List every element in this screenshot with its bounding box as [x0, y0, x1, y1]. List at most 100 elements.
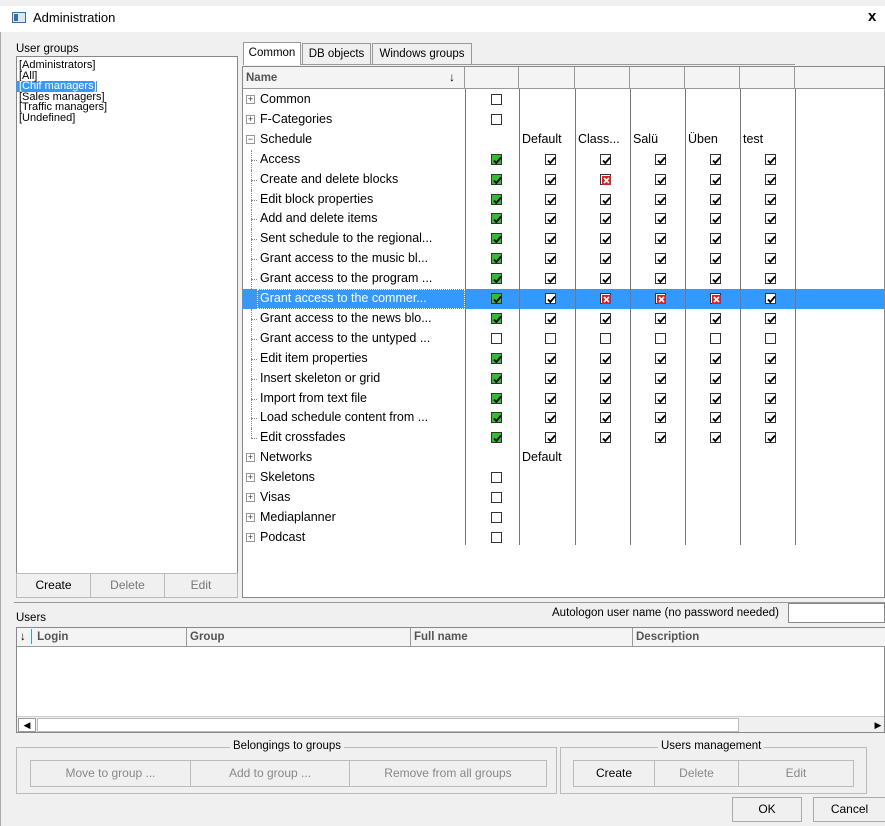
name-column-header[interactable]: Name ↓	[243, 67, 465, 89]
expand-plus-icon[interactable]: +	[246, 114, 255, 124]
checkbox-checked-icon[interactable]	[545, 273, 556, 285]
group-delete-button[interactable]: Delete	[90, 573, 165, 598]
checkbox-checked-icon[interactable]	[600, 412, 611, 424]
checkbox-checked-icon[interactable]	[765, 412, 776, 424]
checkbox-checked-icon[interactable]	[710, 213, 721, 225]
expand-plus-icon[interactable]: +	[246, 473, 255, 483]
checkbox-checked-icon[interactable]	[765, 233, 776, 245]
checkbox-empty-icon[interactable]	[491, 492, 502, 503]
checkbox-checked-icon[interactable]	[765, 352, 776, 364]
checkbox-empty-icon[interactable]	[655, 332, 666, 344]
rights-row[interactable]: − Schedule Default Class... Salü Üben test	[243, 130, 884, 150]
checkbox-green-checked-icon[interactable]	[491, 392, 502, 404]
checkbox-checked-icon[interactable]	[765, 213, 776, 225]
rights-row[interactable]: Edit item properties	[243, 348, 884, 369]
checkbox-checked-icon[interactable]	[545, 432, 556, 444]
scrollbar-thumb[interactable]	[37, 718, 739, 732]
checkbox-empty-icon[interactable]	[491, 472, 502, 484]
checkbox-empty-icon[interactable]	[491, 94, 502, 105]
rights-row[interactable]: + Skeletons	[243, 468, 884, 488]
checkbox-red-cross-icon[interactable]	[655, 293, 666, 304]
rights-row[interactable]: Grant access to the commer...	[243, 289, 884, 309]
user-group-item[interactable]: [Administrators]	[17, 60, 237, 71]
checkbox-checked-icon[interactable]	[655, 312, 666, 324]
checkbox-green-checked-icon[interactable]	[491, 213, 502, 225]
description-column-header[interactable]: Description	[633, 628, 885, 647]
checkbox-checked-icon[interactable]	[710, 173, 721, 185]
checkbox-green-checked-icon[interactable]	[491, 352, 502, 364]
checkbox-checked-icon[interactable]	[545, 412, 556, 424]
checkbox-empty-icon[interactable]	[765, 332, 776, 344]
checkbox-green-checked-icon[interactable]	[491, 372, 502, 384]
rights-row[interactable]: + Common	[243, 90, 884, 110]
checkbox-green-checked-icon[interactable]	[491, 233, 502, 245]
user-group-item[interactable]: [Traffic managers]	[17, 102, 237, 113]
fullname-column-header[interactable]: Full name	[411, 628, 633, 647]
close-button[interactable]: x	[868, 8, 876, 25]
autologon-input[interactable]	[788, 603, 885, 623]
checkbox-checked-icon[interactable]	[545, 352, 556, 364]
checkbox-checked-icon[interactable]	[600, 233, 611, 245]
checkbox-checked-icon[interactable]	[655, 372, 666, 384]
group-column-header[interactable]: Group	[187, 628, 411, 647]
checkbox-empty-icon[interactable]	[491, 332, 502, 344]
checkbox-checked-icon[interactable]	[600, 392, 611, 404]
checkbox-checked-icon[interactable]	[600, 432, 611, 444]
checkbox-empty-icon[interactable]	[710, 332, 721, 344]
column-header-6[interactable]	[740, 67, 795, 89]
checkbox-checked-icon[interactable]	[600, 253, 611, 265]
checkbox-checked-icon[interactable]	[655, 352, 666, 364]
rights-row[interactable]: Add and delete items	[243, 209, 884, 230]
rights-row[interactable]: Sent schedule to the regional...	[243, 229, 884, 250]
checkbox-checked-icon[interactable]	[600, 153, 611, 165]
scroll-left-icon[interactable]: ◀	[18, 718, 36, 732]
checkbox-checked-icon[interactable]	[765, 153, 776, 165]
user-group-item[interactable]: [Chif managers]	[17, 81, 97, 92]
checkbox-empty-icon[interactable]	[491, 531, 502, 543]
rights-row[interactable]: + Networks Default	[243, 448, 884, 468]
user-delete-button[interactable]: Delete	[654, 760, 739, 787]
rights-row[interactable]: + Mediaplanner	[243, 508, 884, 528]
rights-row[interactable]: + Visas	[243, 488, 884, 508]
checkbox-green-checked-icon[interactable]	[491, 412, 502, 424]
column-header-1[interactable]	[465, 67, 519, 89]
checkbox-checked-icon[interactable]	[655, 213, 666, 225]
expand-plus-icon[interactable]: +	[246, 95, 255, 104]
checkbox-checked-icon[interactable]	[545, 392, 556, 404]
checkbox-checked-icon[interactable]	[765, 293, 776, 304]
checkbox-checked-icon[interactable]	[655, 173, 666, 185]
checkbox-checked-icon[interactable]	[655, 273, 666, 285]
checkbox-checked-icon[interactable]	[655, 432, 666, 444]
rights-row[interactable]: + F-Categories	[243, 110, 884, 130]
column-header-2[interactable]	[519, 67, 575, 89]
checkbox-checked-icon[interactable]	[600, 273, 611, 285]
rights-row[interactable]: Access	[243, 149, 884, 170]
rights-row[interactable]: Create and delete blocks	[243, 169, 884, 190]
expand-plus-icon[interactable]: +	[246, 453, 255, 463]
checkbox-green-checked-icon[interactable]	[491, 153, 502, 165]
rights-row[interactable]: Grant access to the untyped ...	[243, 328, 884, 349]
users-grid[interactable]: ↓ Login Group Full name Description ◀ ▶	[16, 627, 885, 733]
add-to-group-button[interactable]: Add to group ...	[190, 760, 350, 787]
scroll-right-icon[interactable]: ▶	[872, 718, 884, 732]
checkbox-checked-icon[interactable]	[765, 173, 776, 185]
checkbox-checked-icon[interactable]	[765, 253, 776, 265]
checkbox-red-cross-icon[interactable]	[600, 173, 611, 185]
checkbox-checked-icon[interactable]	[765, 392, 776, 404]
move-to-group-button[interactable]: Move to group ...	[30, 760, 191, 787]
remove-from-all-groups-button[interactable]: Remove from all groups	[349, 760, 547, 787]
expand-plus-icon[interactable]: +	[246, 493, 255, 502]
checkbox-checked-icon[interactable]	[710, 153, 721, 165]
checkbox-checked-icon[interactable]	[545, 312, 556, 324]
user-groups-list[interactable]: [Administrators] [All] [Chif managers] [Sal…	[16, 56, 238, 576]
group-edit-button[interactable]: Edit	[164, 573, 238, 598]
rights-grid[interactable]: Name ↓ + Common + F-Categories − Schedule Defa…	[242, 66, 885, 598]
checkbox-green-checked-icon[interactable]	[491, 432, 502, 444]
checkbox-checked-icon[interactable]	[545, 193, 556, 205]
checkbox-checked-icon[interactable]	[710, 273, 721, 285]
checkbox-checked-icon[interactable]	[655, 233, 666, 245]
checkbox-green-checked-icon[interactable]	[491, 312, 502, 324]
checkbox-empty-icon[interactable]	[491, 113, 502, 125]
rights-row[interactable]: Edit crossfades	[243, 428, 884, 448]
checkbox-green-checked-icon[interactable]	[491, 193, 502, 205]
